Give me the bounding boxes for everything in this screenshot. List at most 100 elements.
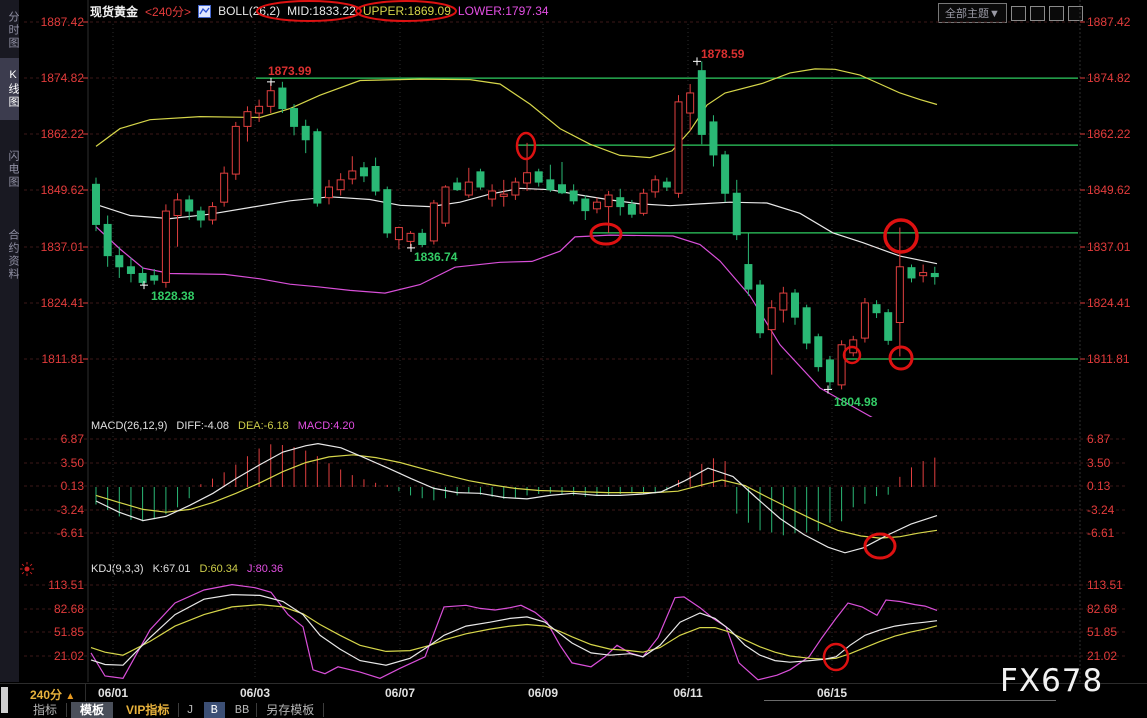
bottom-toolbar: 指标模板VIP指标JBBB另存模板	[0, 701, 1147, 718]
kdj-d-value: D:60.34	[200, 563, 239, 576]
macd-axis-label-right: -6.61	[1087, 526, 1115, 540]
boll-lower-value: LOWER:1797.34	[458, 4, 549, 18]
toolbar-item-8[interactable]: BB	[228, 702, 256, 718]
candle-body	[722, 155, 729, 193]
candle-body	[850, 340, 857, 353]
toolbar-item-3[interactable]: 模板	[71, 702, 113, 718]
candle-body	[197, 211, 204, 220]
candle-body	[547, 180, 554, 190]
alert-sun-icon-ray	[30, 564, 32, 566]
toolbar-item-1[interactable]: 指标	[24, 702, 66, 718]
toolbar-divider	[66, 703, 67, 717]
boll-mid-value: MID:1833.22	[287, 4, 356, 18]
candle-body	[826, 360, 833, 382]
macd-axis-label-left: -6.61	[57, 526, 85, 540]
pan-icon[interactable]	[1011, 6, 1026, 21]
kdj-axis-label-left: 113.51	[48, 578, 84, 592]
main-chart-panel	[93, 57, 1079, 423]
boll-mid-band	[96, 188, 937, 263]
fit-bottom-axis-icon[interactable]	[1049, 6, 1064, 21]
price-axis-label-right: 1837.01	[1087, 240, 1131, 254]
macd-diff-line	[96, 444, 937, 553]
boll-upper-band	[96, 69, 937, 158]
toolbar-item-10[interactable]: 另存模板	[257, 702, 323, 718]
price-axis-label-right: 1811.81	[1087, 352, 1130, 366]
macd-axis-label-left: 0.13	[61, 479, 85, 493]
theme-dropdown-button[interactable]: 全部主题▼	[938, 3, 1007, 23]
candle-body	[535, 172, 542, 182]
candle-body	[593, 202, 600, 209]
macd-axis-label-left: 3.50	[61, 456, 85, 470]
date-axis-row: 240分 ▲ 06/0106/0306/0706/0906/1106/15	[0, 683, 1147, 702]
macd-axis-label-right: 3.50	[1087, 456, 1111, 470]
candle-body	[675, 102, 682, 193]
candle-body	[500, 194, 507, 196]
candle-body	[302, 126, 309, 139]
price-axis-label-right: 1887.42	[1087, 15, 1131, 29]
macd-dea-line	[96, 455, 937, 538]
toolbar-item-7[interactable]: B	[204, 702, 225, 718]
kdj-axis-label-left: 82.68	[54, 602, 84, 616]
annotation-circle	[890, 347, 912, 369]
fit-right-axis-icon[interactable]	[1068, 6, 1083, 21]
toolbar-item-4[interactable]: VIP指标	[117, 702, 178, 718]
candle-body	[745, 265, 752, 290]
candle-body	[419, 233, 426, 244]
candle-body	[838, 345, 845, 385]
candle-body	[372, 166, 379, 191]
annotation-circle	[824, 644, 848, 670]
candle-body	[337, 180, 344, 190]
candle-body	[663, 182, 670, 187]
vertical-scrollbar-thumb[interactable]	[1, 687, 8, 713]
boll-chart-icon	[198, 5, 211, 18]
chart-canvas[interactable]: 1887.421887.421874.821874.821862.221862.…	[0, 0, 1147, 718]
alert-sun-icon-ray	[22, 572, 24, 574]
macd-axis-label-right: 6.87	[1087, 432, 1111, 446]
candle-body	[104, 224, 111, 255]
kdj-axis-label-right: 51.85	[1087, 625, 1117, 639]
price-axis-label-left: 1862.22	[41, 127, 85, 141]
kdj-k-value: K:67.01	[153, 563, 191, 576]
price-axis-label-right: 1849.62	[1087, 183, 1131, 197]
price-axis-label-left: 1887.42	[41, 15, 85, 29]
toolbar-item-6[interactable]: J	[179, 702, 200, 718]
sidebar-item-2[interactable]: K线图	[0, 58, 19, 120]
top-right-controls: 全部主题▼	[938, 3, 1083, 23]
toolbar-divider	[323, 703, 324, 717]
candle-body	[861, 303, 868, 338]
candle-body	[582, 199, 589, 211]
sidebar-item-1[interactable]: 分时图	[0, 4, 19, 56]
fit-left-axis-icon[interactable]	[1030, 6, 1045, 21]
macd-panel	[96, 444, 937, 553]
candle-body	[209, 207, 216, 220]
candle-body	[628, 204, 635, 214]
candle-body	[768, 308, 775, 330]
symbol-title: 现货黄金	[90, 3, 138, 20]
annotation-circle	[591, 224, 621, 244]
price-point-label: 1836.74	[414, 250, 458, 264]
candle-body	[524, 173, 531, 183]
kdj-axis-label-right: 82.68	[1087, 602, 1117, 616]
macd-dea-value: DEA:-6.18	[238, 420, 289, 433]
candle-body	[687, 93, 694, 113]
candle-body	[559, 185, 566, 193]
boll-params-label: BOLL(26,2)	[218, 4, 280, 18]
candle-body	[442, 187, 449, 223]
candle-body	[873, 305, 880, 313]
candle-body	[244, 112, 251, 127]
candle-body	[605, 195, 612, 207]
candle-body	[326, 187, 333, 198]
candle-body	[93, 184, 100, 224]
sidebar-item-4[interactable]: 合约资料	[0, 210, 19, 300]
candle-body	[360, 168, 367, 176]
date-axis-divider	[85, 684, 86, 701]
sidebar-item-3[interactable]: 闪电图	[0, 140, 19, 198]
fx678-watermark: FX678	[1000, 663, 1103, 699]
candle-body	[186, 200, 193, 211]
macd-header: MACD(26,12,9) DIFF:-4.08 DEA:-6.18 MACD:…	[91, 420, 355, 433]
price-point-label: 1804.98	[834, 395, 878, 409]
period-label[interactable]: <240分>	[145, 3, 191, 20]
candle-body	[162, 211, 169, 282]
candle-body	[640, 193, 647, 213]
candle-body	[803, 308, 810, 343]
